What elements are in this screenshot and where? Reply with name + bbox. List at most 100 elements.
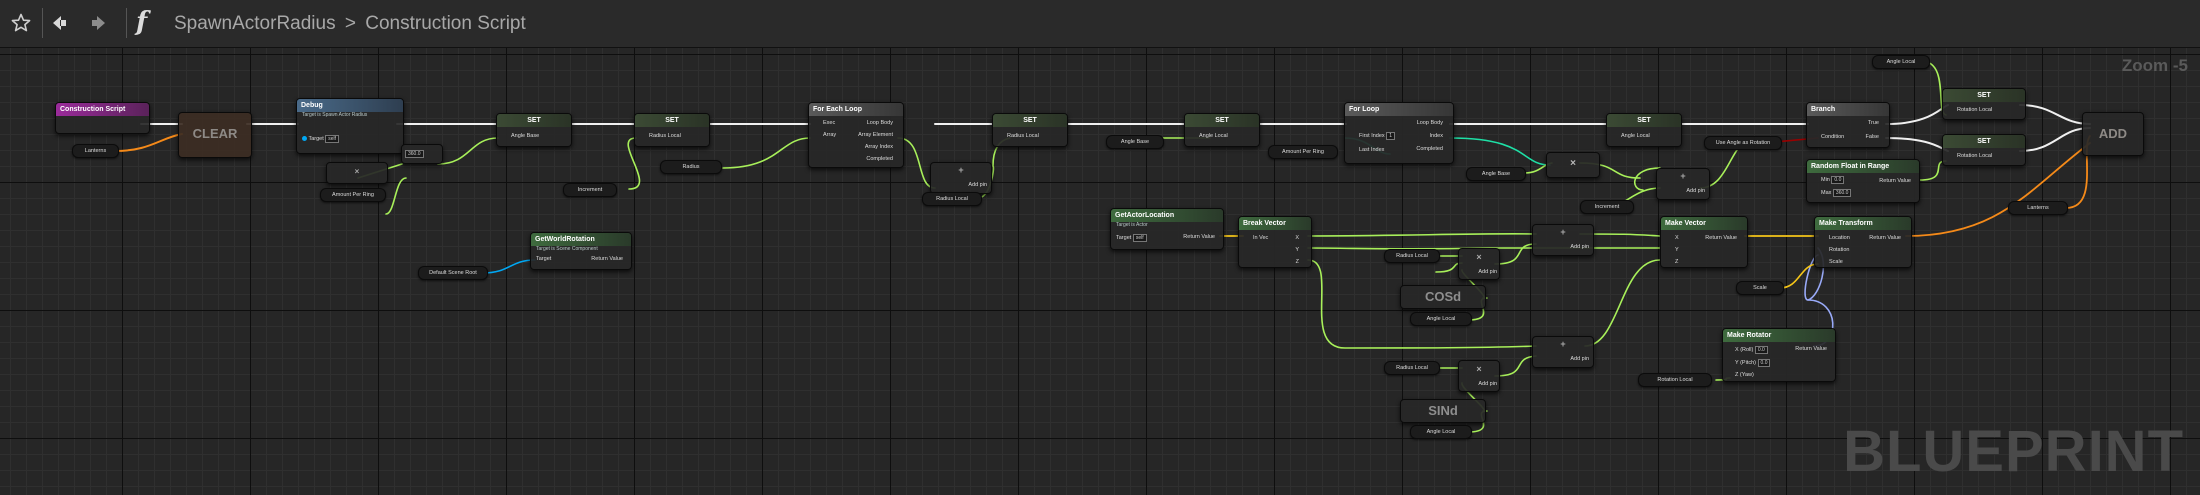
add-pin-label[interactable]: Add pin <box>1478 269 1497 276</box>
loop-body-pin[interactable]: Loop Body <box>1417 120 1443 127</box>
add-pin-label[interactable]: Add pin <box>1570 356 1589 363</box>
default-scene-root-variable[interactable]: Default Scene Root <box>418 266 488 280</box>
set-rotation-local-node[interactable]: SET Rotation Local <box>1942 88 2026 120</box>
return-pin[interactable]: Return Value <box>591 256 623 263</box>
set-rotation-local-node-2[interactable]: SET Rotation Local <box>1942 134 2026 166</box>
lanterns-variable[interactable]: Lanterns <box>72 144 119 158</box>
radius-local-variable-2[interactable]: Radius Local <box>1384 249 1440 263</box>
return-pin[interactable]: Return Value <box>1879 178 1911 185</box>
roll-pin[interactable]: X (Roll) 0.0 <box>1735 346 1768 354</box>
make-rotator-node[interactable]: Make Rotator X (Roll) 0.0 Y (Pitch) 0.0 … <box>1722 328 1836 382</box>
sind-node[interactable]: SINd <box>1400 399 1486 423</box>
multiply-node-3[interactable]: × Add pin <box>1458 248 1500 280</box>
add-node-2[interactable]: + Add pin <box>1656 168 1710 200</box>
add-pin-label[interactable]: Add pin <box>968 182 987 189</box>
angle-local-variable-2[interactable]: Angle Local <box>1410 312 1472 326</box>
completed-pin[interactable]: Completed <box>866 156 893 163</box>
add-pin-label[interactable]: Add pin <box>1478 381 1497 388</box>
amount-per-ring-variable[interactable]: Amount Per Ring <box>320 188 386 202</box>
completed-pin[interactable]: Completed <box>1416 146 1443 153</box>
graph-canvas[interactable]: Zoom -5 Construction Script CLEAR Lanter… <box>0 48 2200 495</box>
true-pin[interactable]: True <box>1868 120 1879 127</box>
back-arrow-icon[interactable] <box>46 10 72 36</box>
add-to-array-node[interactable]: ADD <box>2082 112 2144 156</box>
in-vec-pin[interactable]: In Vec <box>1253 235 1268 242</box>
random-float-in-range-node[interactable]: Random Float in Range Min 0.0 Max 360.0 … <box>1806 159 1920 203</box>
radius-local-variable-3[interactable]: Radius Local <box>1384 361 1440 375</box>
add-pin-label[interactable]: Add pin <box>1686 188 1705 195</box>
index-pin[interactable]: Index <box>1430 133 1443 140</box>
clear-array-node[interactable]: CLEAR <box>178 112 252 158</box>
favorite-star-icon[interactable] <box>8 10 34 36</box>
yaw-pin[interactable]: Z (Yaw) <box>1735 372 1754 379</box>
add-pin-label[interactable]: Add pin <box>1570 244 1589 251</box>
break-vector-node[interactable]: Break Vector In Vec X Y Z <box>1238 216 1312 268</box>
set-angle-local-node[interactable]: SET Angle Local <box>1184 113 1260 147</box>
set-radius-local-node-2[interactable]: SET Radius Local <box>992 113 1068 147</box>
array-element-pin[interactable]: Array Element <box>858 132 893 139</box>
x-pin[interactable]: X <box>1295 235 1299 242</box>
increment-variable[interactable]: Increment <box>563 183 617 197</box>
scale-variable[interactable]: Scale <box>1736 281 1784 295</box>
y-pin[interactable]: Y <box>1295 247 1299 254</box>
rotation-local-variable[interactable]: Rotation Local <box>1638 373 1712 387</box>
amount-per-ring-variable-2[interactable]: Amount Per Ring <box>1268 145 1338 159</box>
debug-function-node[interactable]: Debug Target is Spawn Actor Radius Targe… <box>296 98 404 154</box>
y-pin[interactable]: Y <box>1675 247 1679 254</box>
construction-script-node[interactable]: Construction Script <box>55 102 150 134</box>
return-pin[interactable]: Return Value <box>1705 235 1737 242</box>
breadcrumb-root[interactable]: SpawnActorRadius <box>174 13 336 34</box>
angle-local-variable-3[interactable]: Angle Local <box>1410 425 1472 439</box>
last-index-pin[interactable]: Last Index <box>1359 147 1384 154</box>
add-node[interactable]: + Add pin <box>930 162 992 194</box>
use-angle-as-rotation-variable[interactable]: Use Angle as Rotation <box>1704 136 1782 150</box>
z-pin[interactable]: Z <box>1675 259 1678 266</box>
multiply-node-4[interactable]: × Add pin <box>1458 360 1500 392</box>
array-pin[interactable]: Array <box>823 132 836 139</box>
loop-body-pin[interactable]: Loop Body <box>867 120 893 127</box>
for-loop-node[interactable]: For Loop First Index 1 Last Index Loop B… <box>1344 102 1454 164</box>
for-each-loop-node[interactable]: For Each Loop Exec Array Loop Body Array… <box>808 102 904 168</box>
forward-arrow-icon[interactable] <box>86 10 112 36</box>
false-pin[interactable]: False <box>1866 134 1879 141</box>
angle-local-variable[interactable]: Angle Local <box>1872 55 1930 69</box>
make-transform-node[interactable]: Make Transform Location Rotation Scale R… <box>1814 216 1912 268</box>
return-pin[interactable]: Return Value <box>1795 346 1827 353</box>
x-pin[interactable]: X <box>1675 235 1679 242</box>
branch-node[interactable]: Branch Condition True False <box>1806 102 1890 148</box>
location-pin[interactable]: Location <box>1829 235 1850 242</box>
z-pin[interactable]: Z <box>1296 259 1299 266</box>
divide-node[interactable]: 360.0 <box>401 144 443 164</box>
cosd-node[interactable]: COSd <box>1400 285 1486 309</box>
return-pin[interactable]: Return Value <box>1183 234 1215 241</box>
condition-pin[interactable]: Condition <box>1821 134 1844 141</box>
return-pin[interactable]: Return Value <box>1869 235 1901 242</box>
radius-variable[interactable]: Radius <box>660 160 722 174</box>
add-node-3[interactable]: + Add pin <box>1532 224 1594 256</box>
pitch-pin[interactable]: Y (Pitch) 0.0 <box>1735 359 1771 367</box>
set-angle-local-node-2[interactable]: SET Angle Local <box>1606 113 1682 147</box>
array-index-pin[interactable]: Array Index <box>865 144 893 151</box>
breadcrumb-current[interactable]: Construction Script <box>365 13 526 34</box>
rotation-pin[interactable]: Rotation <box>1829 247 1850 254</box>
angle-base-variable[interactable]: Angle Base <box>1106 135 1164 149</box>
lanterns-variable-2[interactable]: Lanterns <box>2008 201 2068 215</box>
min-pin[interactable]: Min 0.0 <box>1821 176 1845 184</box>
set-angle-base-node[interactable]: SET Angle Base <box>496 113 572 147</box>
target-pin[interactable]: Target self <box>1116 234 1147 242</box>
set-radius-local-node[interactable]: SET Radius Local <box>634 113 710 147</box>
scale-pin[interactable]: Scale <box>1829 259 1843 266</box>
get-world-rotation-node[interactable]: GetWorldRotation Target is Scene Compone… <box>530 232 632 270</box>
make-vector-node[interactable]: Make Vector X Y Z Return Value <box>1660 216 1748 268</box>
multiply-node[interactable]: × <box>326 162 388 184</box>
increment-variable-2[interactable]: Increment <box>1580 200 1634 214</box>
exec-pin[interactable]: Exec <box>823 120 835 127</box>
get-actor-location-node[interactable]: GetActorLocation Target is Actor Target … <box>1110 208 1224 250</box>
add-node-4[interactable]: + Add pin <box>1532 336 1594 368</box>
angle-base-variable-2[interactable]: Angle Base <box>1466 167 1526 181</box>
multiply-node-2[interactable]: × <box>1546 152 1600 178</box>
first-index-pin[interactable]: First Index 1 <box>1359 132 1395 140</box>
max-pin[interactable]: Max 360.0 <box>1821 189 1852 197</box>
target-pin[interactable]: Target self <box>302 135 340 143</box>
target-pin[interactable]: Target <box>536 256 551 263</box>
